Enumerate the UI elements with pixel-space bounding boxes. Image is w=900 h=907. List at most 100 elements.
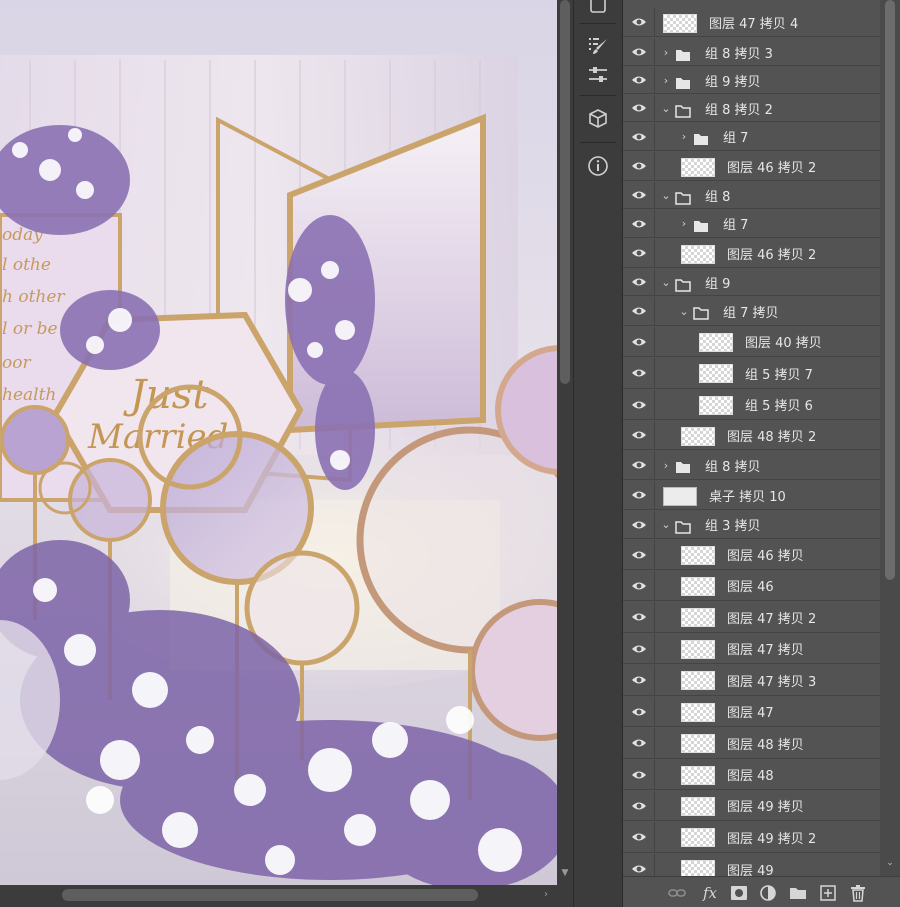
- layer-name: 图层 49 拷贝 2: [727, 831, 817, 847]
- layer-group-row[interactable]: › 组 7: [623, 210, 880, 238]
- info-icon[interactable]: [583, 151, 613, 181]
- visibility-eye-icon[interactable]: [623, 822, 655, 852]
- sliders-icon[interactable]: [583, 60, 613, 90]
- 3d-cube-icon[interactable]: [583, 104, 613, 134]
- chevron-right-icon[interactable]: ›: [661, 67, 671, 93]
- layer-group-row[interactable]: › 组 8 拷贝: [623, 451, 880, 480]
- layers-panel: 图层 47 拷贝 4 › 组 8 拷贝 3 › 组 9 拷贝 ⌄ 组 8 拷贝 2 › 组 7图…: [623, 0, 900, 907]
- brush-presets-icon[interactable]: [583, 31, 613, 61]
- layer-name: 图层 46 拷贝 2: [727, 247, 817, 263]
- layer-row[interactable]: 组 5 拷贝 6: [623, 390, 880, 420]
- layer-name: 组 7 拷贝: [723, 305, 779, 321]
- layer-group-row[interactable]: › 组 9 拷贝: [623, 67, 880, 94]
- fx-icon[interactable]: fx: [699, 883, 721, 903]
- layer-row[interactable]: 桌子 拷贝 10: [623, 481, 880, 510]
- visibility-eye-icon[interactable]: [623, 123, 655, 150]
- layer-thumbnail: [681, 245, 715, 264]
- layer-row[interactable]: 图层 46: [623, 571, 880, 601]
- layer-row[interactable]: 图层 47 拷贝 2: [623, 602, 880, 633]
- chevron-right-icon[interactable]: ›: [679, 210, 689, 237]
- link-layers-icon[interactable]: [667, 883, 687, 903]
- layers-scroll-thumb[interactable]: [885, 0, 895, 580]
- visibility-eye-icon[interactable]: [623, 760, 655, 789]
- visibility-eye-icon[interactable]: [623, 634, 655, 663]
- chevron-right-icon[interactable]: ›: [661, 451, 671, 479]
- visibility-eye-icon[interactable]: [623, 210, 655, 237]
- layer-row[interactable]: 图层 49: [623, 854, 880, 876]
- visibility-eye-icon[interactable]: [623, 602, 655, 632]
- layer-name: 图层 46: [727, 580, 774, 595]
- chevron-down-icon[interactable]: ⌄: [679, 297, 689, 331]
- layer-row[interactable]: 图层 48: [623, 760, 880, 790]
- visibility-eye-icon[interactable]: [623, 269, 655, 295]
- visibility-eye-icon[interactable]: [623, 481, 655, 509]
- layer-row[interactable]: 图层 46 拷贝: [623, 540, 880, 570]
- visibility-eye-icon[interactable]: [623, 421, 655, 449]
- layer-row[interactable]: 图层 48 拷贝 2: [623, 421, 880, 450]
- new-layer-icon[interactable]: [818, 883, 838, 903]
- layer-row[interactable]: 图层 47 拷贝: [623, 634, 880, 664]
- layer-group-row[interactable]: ⌄ 组 8: [623, 182, 880, 209]
- layers-scroll-down-icon[interactable]: ⌄: [884, 856, 896, 870]
- layer-group-row[interactable]: › 组 8 拷贝 3: [623, 39, 880, 66]
- layer-list[interactable]: 图层 47 拷贝 4 › 组 8 拷贝 3 › 组 9 拷贝 ⌄ 组 8 拷贝 2 › 组 7图…: [623, 0, 880, 876]
- canvas-horizontal-scroll-thumb[interactable]: [62, 889, 478, 901]
- layer-thumbnail: [699, 364, 733, 383]
- visibility-eye-icon[interactable]: [623, 697, 655, 726]
- adjustment-layer-icon[interactable]: [758, 883, 778, 903]
- layer-row[interactable]: 图层 40 拷贝: [623, 327, 880, 357]
- layer-row[interactable]: 图层 46 拷贝 2: [623, 239, 880, 268]
- visibility-eye-icon[interactable]: [623, 95, 655, 121]
- layer-group-row[interactable]: ⌄ 组 9: [623, 269, 880, 296]
- visibility-eye-icon[interactable]: [623, 540, 655, 569]
- sign-text-line-2: l othe: [2, 255, 51, 275]
- layer-row[interactable]: 图层 47 拷贝 3: [623, 665, 880, 696]
- layer-row[interactable]: 图层 47: [623, 697, 880, 727]
- visibility-eye-icon[interactable]: [623, 67, 655, 93]
- scroll-down-arrow-icon[interactable]: ▼: [559, 866, 571, 880]
- chevron-right-icon[interactable]: ›: [661, 39, 671, 65]
- visibility-eye-icon[interactable]: [623, 451, 655, 479]
- layer-name: 组 8: [705, 189, 731, 205]
- layer-group-row[interactable]: › 组 7: [623, 123, 880, 151]
- visibility-eye-icon[interactable]: [623, 182, 655, 208]
- panel-top-icon[interactable]: [583, 0, 613, 20]
- scroll-right-arrow-icon[interactable]: ›: [539, 888, 553, 902]
- visibility-eye-icon[interactable]: [623, 390, 655, 419]
- document-canvas[interactable]: oday l othe h other l or be oor health e…: [0, 0, 557, 885]
- visibility-eye-icon[interactable]: [623, 791, 655, 820]
- visibility-eye-icon[interactable]: [623, 327, 655, 356]
- visibility-eye-icon[interactable]: [623, 511, 655, 538]
- visibility-eye-icon[interactable]: [623, 665, 655, 695]
- visibility-eye-icon[interactable]: [623, 239, 655, 267]
- layer-group-row[interactable]: ⌄ 组 3 拷贝: [623, 511, 880, 539]
- add-mask-icon[interactable]: [729, 883, 749, 903]
- trash-icon[interactable]: [848, 883, 868, 903]
- layer-name: 桌子 拷贝 10: [709, 489, 786, 505]
- visibility-eye-icon[interactable]: [623, 358, 655, 388]
- layer-row[interactable]: 组 5 拷贝 7: [623, 358, 880, 389]
- folder-icon: [675, 277, 691, 292]
- layer-row[interactable]: 图层 46 拷贝 2: [623, 152, 880, 181]
- visibility-eye-icon[interactable]: [623, 297, 655, 325]
- visibility-eye-icon[interactable]: [623, 8, 655, 36]
- visibility-eye-icon[interactable]: [623, 571, 655, 600]
- layer-row[interactable]: 图层 48 拷贝: [623, 728, 880, 759]
- layer-group-row[interactable]: ⌄ 组 7 拷贝: [623, 297, 880, 326]
- visibility-eye-icon[interactable]: [623, 854, 655, 876]
- layer-group-row[interactable]: ⌄ 组 8 拷贝 2: [623, 95, 880, 122]
- chevron-right-icon[interactable]: ›: [679, 123, 689, 150]
- layer-thumbnail: [681, 828, 715, 847]
- new-group-icon[interactable]: [788, 883, 808, 903]
- canvas-vertical-scroll-thumb[interactable]: [560, 0, 570, 384]
- visibility-eye-icon[interactable]: [623, 152, 655, 180]
- layer-name: 组 3 拷贝: [705, 519, 761, 534]
- visibility-eye-icon[interactable]: [623, 728, 655, 758]
- layer-row[interactable]: 图层 49 拷贝 2: [623, 822, 880, 853]
- layer-thumbnail: [681, 546, 715, 565]
- layer-name: 组 5 拷贝 7: [745, 367, 813, 383]
- layer-row[interactable]: 图层 49 拷贝: [623, 791, 880, 821]
- visibility-eye-icon[interactable]: [623, 39, 655, 65]
- layer-name: 图层 46 拷贝 2: [727, 160, 817, 176]
- layer-row[interactable]: 图层 47 拷贝 4: [623, 8, 880, 37]
